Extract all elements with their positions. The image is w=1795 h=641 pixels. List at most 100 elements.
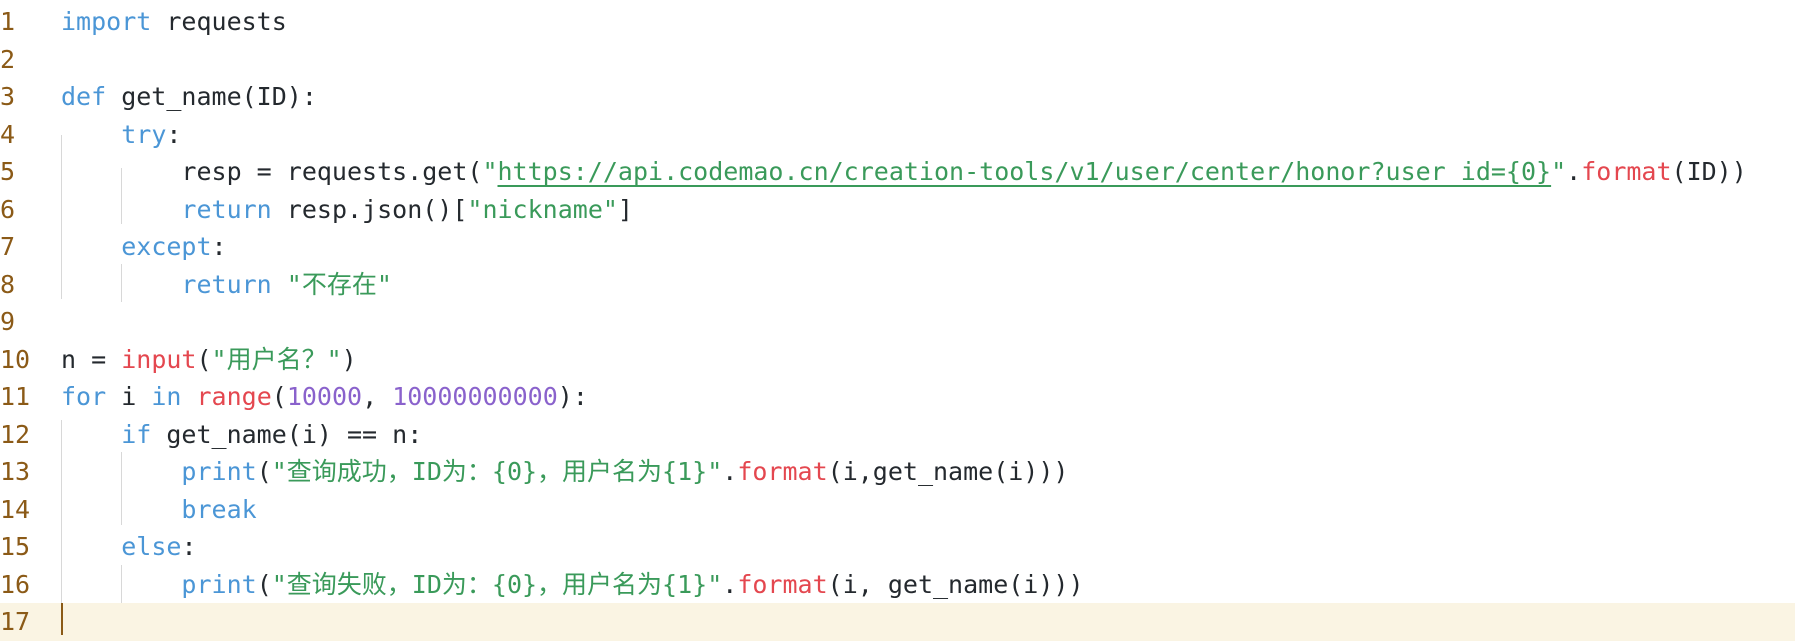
keyword-token: return — [181, 194, 272, 224]
code-line[interactable]: 17 — [0, 603, 1795, 641]
code-text: (i,get_name(i))) — [827, 457, 1069, 486]
code-text: ( — [256, 457, 272, 486]
line-code: else: — [61, 528, 197, 566]
code-text: : — [181, 532, 197, 561]
line-code: except: — [61, 228, 227, 266]
code-line[interactable]: 1 import requests — [0, 3, 1795, 41]
code-text: requests — [151, 7, 287, 36]
code-line[interactable]: 12 if get_name(i) == n: — [0, 416, 1795, 454]
line-code: print("查询成功，ID为：{0}，用户名为{1}".format(i,ge… — [61, 453, 1068, 491]
number-token: 10000000000 — [392, 382, 558, 411]
code-text: n = — [61, 344, 122, 374]
string-token: " — [482, 157, 498, 186]
code-line[interactable]: 14 break — [0, 491, 1795, 529]
string-token: "用户名？" — [211, 344, 342, 374]
code-text: resp = requests.get( — [61, 157, 483, 186]
builtin-token: input — [121, 344, 197, 374]
code-line[interactable]: 2 — [0, 41, 1795, 79]
line-number: 12 — [0, 419, 31, 449]
code-text: ( — [196, 344, 212, 374]
line-number: 2 — [0, 44, 16, 74]
line-code: def get_name(ID): — [61, 78, 317, 116]
code-text: ( — [256, 569, 272, 599]
code-text: get_name(i) == n: — [151, 419, 423, 449]
line-code: n = input("用户名？") — [61, 341, 357, 379]
text-cursor — [61, 603, 63, 635]
code-text: ) — [341, 344, 357, 374]
code-line[interactable]: 11 for i in range(10000, 10000000000): — [0, 378, 1795, 416]
code-line[interactable]: 15 else: — [0, 528, 1795, 566]
keyword-token: def — [61, 82, 107, 111]
string-token: "查询成功，ID为：{0}，用户名为{1}" — [271, 457, 723, 486]
code-text: (ID)) — [1671, 157, 1747, 186]
string-token: " — [1551, 157, 1567, 186]
code-line[interactable]: 6 return resp.json()["nickname"] — [0, 191, 1795, 229]
code-line[interactable]: 13 print("查询成功，ID为：{0}，用户名为{1}".format(i… — [0, 453, 1795, 491]
keyword-token: print — [181, 457, 257, 486]
line-code: for i in range(10000, 10000000000): — [61, 378, 588, 416]
line-number: 10 — [0, 344, 31, 374]
line-code: if get_name(i) == n: — [61, 416, 422, 454]
code-editor[interactable]: 1 import requests 2 3 def get_name(ID): 4 try… — [0, 0, 1795, 641]
code-line[interactable]: 3 def get_name(ID): — [0, 78, 1795, 116]
keyword-token: if — [121, 419, 152, 449]
code-text: get_name(ID): — [106, 82, 317, 111]
keyword-token: in — [151, 382, 182, 411]
code-text: ( — [271, 382, 287, 411]
code-text: : — [166, 119, 182, 149]
code-text: ): — [557, 382, 588, 411]
line-number: 6 — [0, 194, 16, 224]
code-text: . — [722, 457, 738, 486]
line-code: resp = requests.get("https://api.codemao… — [61, 153, 1747, 191]
builtin-token: format — [737, 457, 828, 486]
line-code: print("查询失败，ID为：{0}，用户名为{1}".format(i, g… — [61, 566, 1083, 604]
line-number: 11 — [0, 382, 31, 411]
line-number: 9 — [0, 307, 16, 336]
keyword-token: import — [61, 7, 152, 36]
line-number: 7 — [0, 232, 16, 261]
line-number: 3 — [0, 82, 16, 111]
line-code: return resp.json()["nickname"] — [61, 191, 633, 229]
line-number: 1 — [0, 7, 16, 36]
line-number: 4 — [0, 119, 16, 149]
keyword-token: except — [121, 232, 212, 261]
code-line[interactable]: 8 return "不存在" — [0, 266, 1795, 304]
keyword-token: try — [121, 119, 167, 149]
code-text: . — [1566, 157, 1582, 186]
line-code: break — [61, 491, 257, 529]
code-line[interactable]: 10 n = input("用户名？") — [0, 341, 1795, 379]
code-line[interactable]: 7 except: — [0, 228, 1795, 266]
keyword-token: break — [181, 494, 257, 524]
code-line[interactable]: 9 — [0, 303, 1795, 341]
keyword-token: for — [61, 382, 107, 411]
line-number: 13 — [0, 457, 31, 486]
line-code: import requests — [61, 3, 287, 41]
code-text: , — [362, 382, 393, 411]
code-line[interactable]: 4 try: — [0, 116, 1795, 154]
code-text: . — [722, 569, 738, 599]
code-text: resp.json()[ — [271, 194, 468, 224]
line-number: 17 — [0, 607, 31, 636]
keyword-token: return — [181, 269, 272, 299]
line-number: 14 — [0, 494, 31, 524]
code-line[interactable]: 16 print("查询失败，ID为：{0}，用户名为{1}".format(i… — [0, 566, 1795, 604]
code-text: : — [211, 232, 227, 261]
string-token: "查询失败，ID为：{0}，用户名为{1}" — [271, 569, 723, 599]
url-string-token: https://api.codemao.cn/creation-tools/v1… — [497, 157, 1552, 186]
code-line[interactable]: 5 resp = requests.get("https://api.codem… — [0, 153, 1795, 191]
builtin-token: range — [196, 382, 272, 411]
string-token: "不存在" — [286, 269, 392, 299]
code-text: ] — [617, 194, 633, 224]
code-text: i — [106, 382, 152, 411]
